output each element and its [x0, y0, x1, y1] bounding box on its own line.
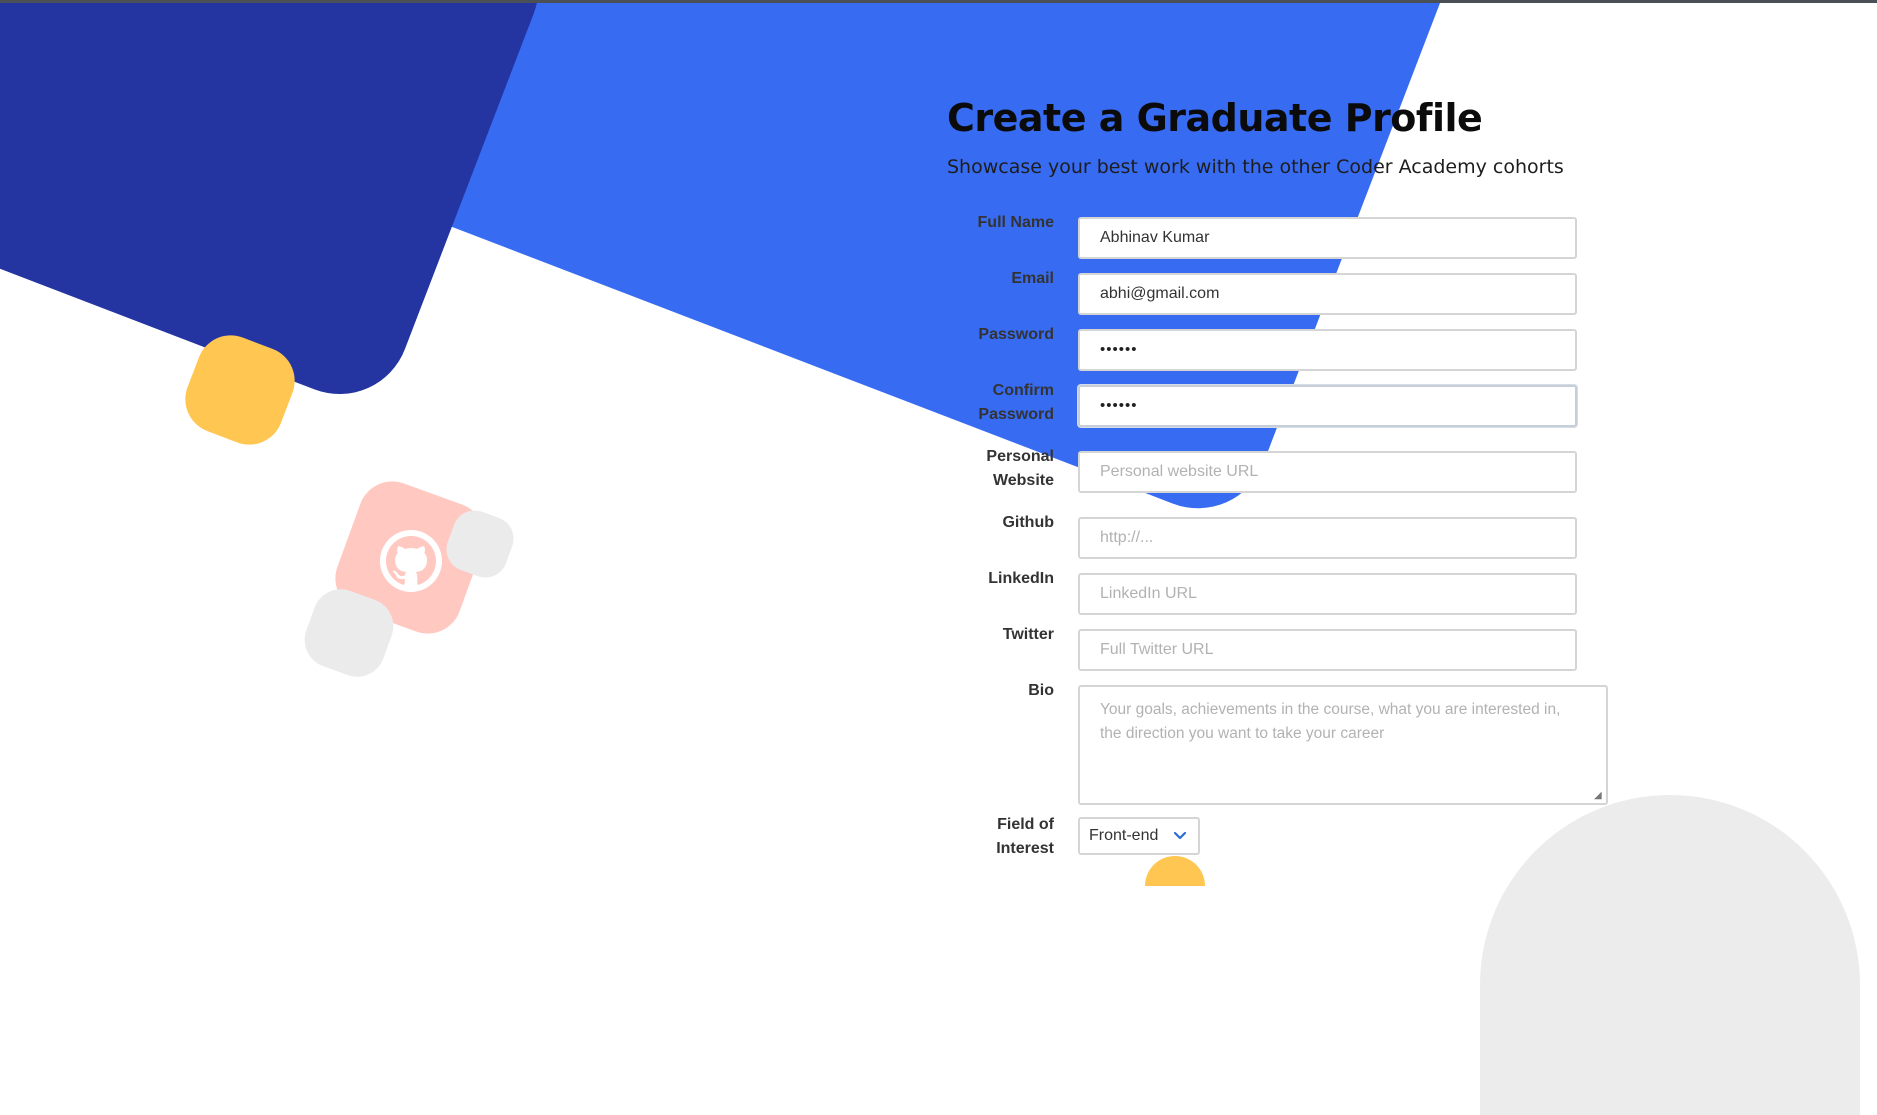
field-of-interest-label-line1: Field of	[997, 816, 1054, 833]
linkedin-field[interactable]: LinkedIn URL	[1078, 573, 1577, 615]
linkedin-label: LinkedIn	[988, 570, 1054, 587]
github-field[interactable]: http://...	[1078, 517, 1577, 559]
field-of-interest-selected: Front-end	[1089, 827, 1159, 844]
background-yellow-peek	[1145, 856, 1205, 886]
field-of-interest-select[interactable]: Front-end	[1078, 817, 1200, 855]
personal-website-label: Personal Website	[947, 445, 1054, 493]
github-icon	[380, 530, 442, 592]
background-gray-shape	[1480, 795, 1860, 1115]
password-field[interactable]: ••••••	[1078, 329, 1577, 371]
graduate-profile-form: Create a Graduate Profile Showcase your …	[947, 90, 1667, 857]
personal-website-label-line2: Website	[992, 472, 1054, 489]
password-label: Password	[978, 326, 1054, 343]
confirm-password-label-line1: Confirm	[992, 382, 1054, 399]
full-name-field[interactable]: Abhinav Kumar	[1078, 217, 1577, 259]
github-label: Github	[1002, 514, 1054, 531]
twitter-label: Twitter	[1002, 626, 1054, 643]
confirm-password-label: Confirm Password	[947, 379, 1054, 427]
confirm-password-label-line2: Password	[978, 406, 1054, 423]
field-of-interest-label-line2: Interest	[996, 840, 1054, 857]
bio-placeholder: Your goals, achievements in the course, …	[1100, 701, 1561, 742]
email-label: Email	[1011, 270, 1054, 287]
full-name-label: Full Name	[977, 214, 1054, 231]
resize-handle-icon[interactable]: ◢	[1594, 791, 1604, 801]
confirm-password-field[interactable]: ••••••	[1078, 385, 1577, 427]
bio-textarea[interactable]: Your goals, achievements in the course, …	[1078, 685, 1608, 805]
field-of-interest-label: Field of Interest	[947, 813, 1054, 861]
personal-website-field[interactable]: Personal website URL	[1078, 451, 1577, 493]
twitter-field[interactable]: Full Twitter URL	[1078, 629, 1577, 671]
email-field[interactable]: abhi@gmail.com	[1078, 273, 1577, 315]
page-title: Create a Graduate Profile	[947, 96, 1483, 140]
window-top-border	[0, 0, 1877, 3]
chevron-down-icon	[1173, 831, 1187, 840]
bio-label: Bio	[1028, 682, 1054, 699]
page-subtitle: Showcase your best work with the other C…	[947, 156, 1564, 178]
personal-website-label-line1: Personal	[986, 448, 1054, 465]
